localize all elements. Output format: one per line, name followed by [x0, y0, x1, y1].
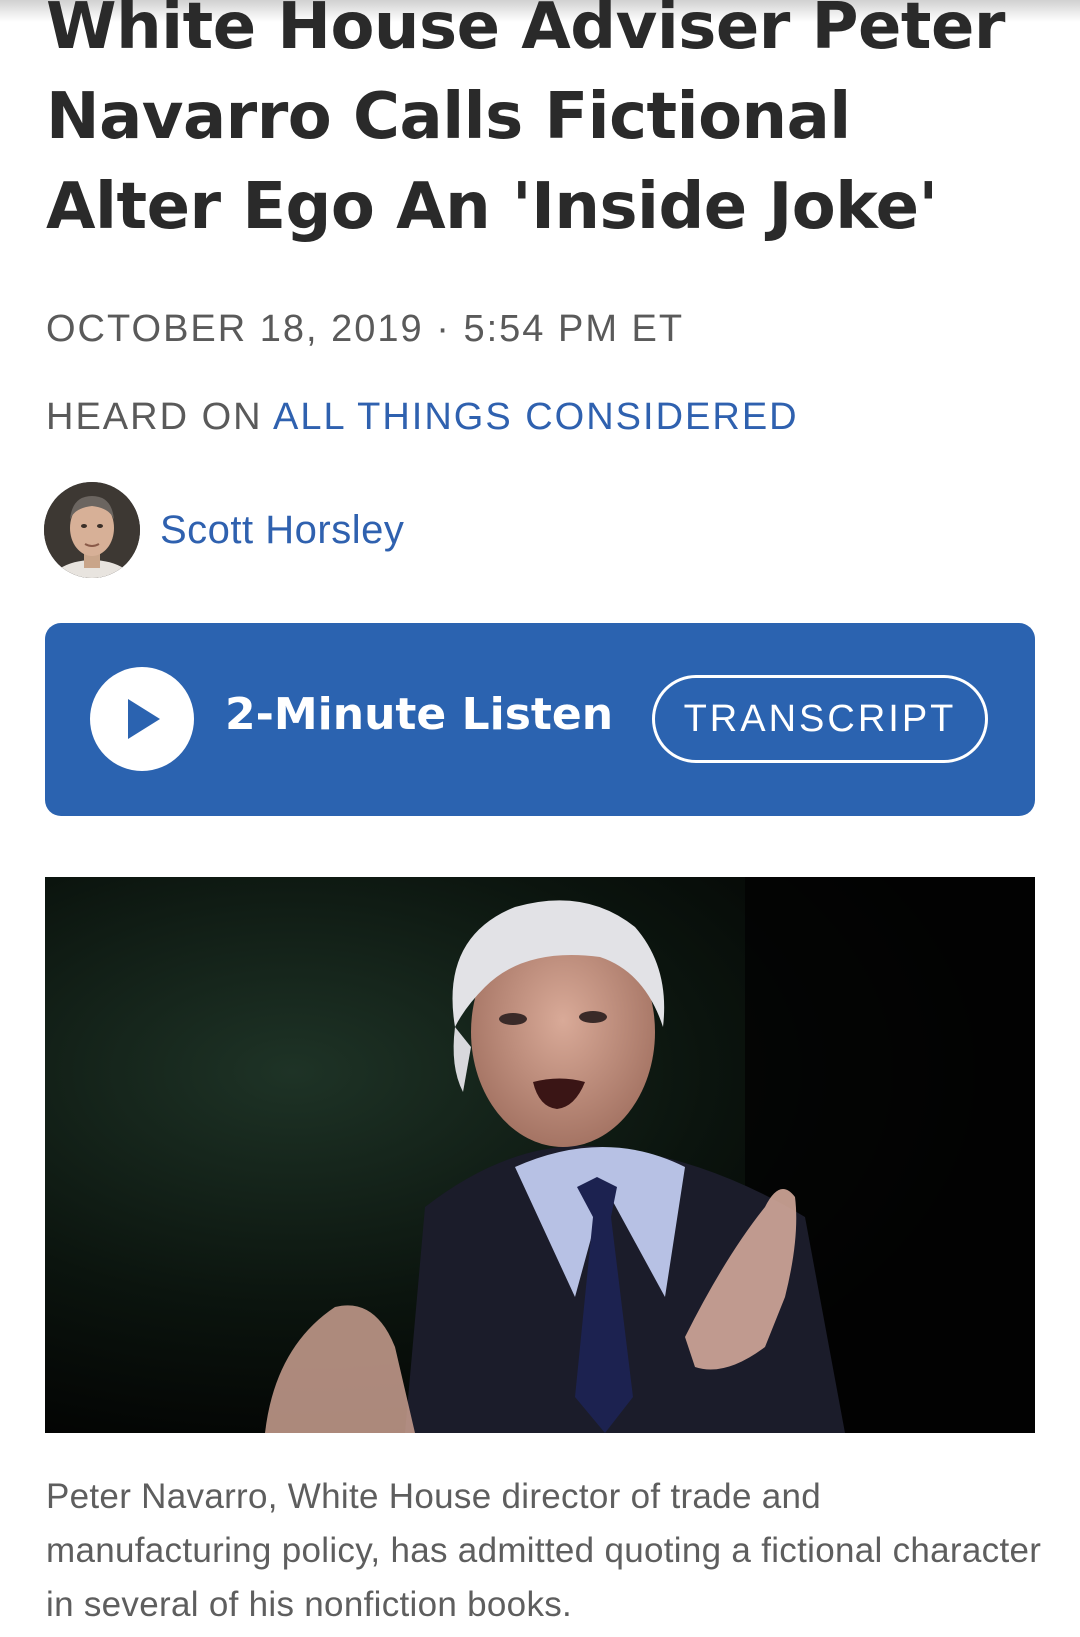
article-photo [45, 877, 1035, 1433]
heard-on-label: HEARD ON [46, 396, 263, 438]
byline: Scott Horsley [44, 482, 404, 578]
article-headline: White House Adviser Peter Navarro Calls … [46, 0, 1005, 244]
author-avatar[interactable] [44, 482, 140, 578]
program-link[interactable]: ALL THINGS CONSIDERED [273, 396, 799, 438]
listen-duration-label[interactable]: 2-Minute Listen [225, 689, 613, 740]
author-name-link[interactable]: Scott Horsley [160, 508, 404, 553]
play-button[interactable] [90, 667, 194, 771]
play-icon [128, 699, 160, 739]
heard-on-line: HEARD ON ALL THINGS CONSIDERED [46, 396, 799, 439]
photo-caption: Peter Navarro, White House director of t… [46, 1477, 1042, 1624]
audio-player: 2-Minute Listen TRANSCRIPT [45, 623, 1035, 816]
article-dateline: OCTOBER 18, 2019 · 5:54 PM ET [46, 308, 685, 350]
transcript-button[interactable]: TRANSCRIPT [652, 675, 988, 763]
